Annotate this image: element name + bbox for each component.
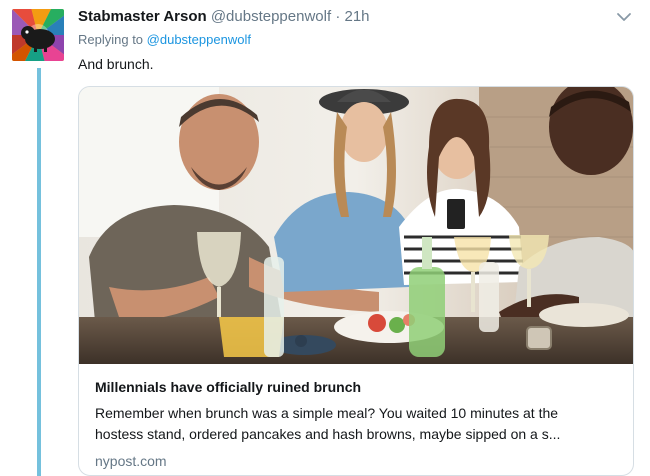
avatar-image xyxy=(12,9,64,61)
author-name[interactable]: Stabmaster Arson xyxy=(78,8,207,25)
link-card[interactable]: Millennials have officially ruined brunc… xyxy=(78,86,634,476)
replying-to-link[interactable]: @dubsteppenwolf xyxy=(147,32,251,47)
replying-to-label: Replying to xyxy=(78,32,144,47)
card-description-line: hostess stand, ordered pancakes and hash… xyxy=(95,426,561,442)
chevron-down-icon[interactable] xyxy=(616,9,632,25)
author-handle[interactable]: @dubsteppenwolf xyxy=(211,8,331,25)
card-description: Remember when brunch was a simple meal? … xyxy=(95,403,625,445)
card-domain[interactable]: nypost.com xyxy=(95,453,625,469)
card-description-line: Remember when brunch was a simple meal? … xyxy=(95,405,559,421)
tweet-timestamp[interactable]: 21h xyxy=(344,8,369,25)
tweet-header: Stabmaster Arson @dubsteppenwolf · 21h xyxy=(78,8,608,26)
card-title[interactable]: Millennials have officially ruined brunc… xyxy=(95,378,625,396)
thread-line xyxy=(37,68,41,476)
tweet-text: And brunch. xyxy=(78,56,154,72)
card-body: Millennials have officially ruined brunc… xyxy=(95,378,625,469)
separator-dot: · xyxy=(335,8,341,25)
avatar[interactable] xyxy=(12,9,64,61)
card-image xyxy=(79,87,633,364)
replying-to: Replying to @dubsteppenwolf xyxy=(78,32,251,47)
